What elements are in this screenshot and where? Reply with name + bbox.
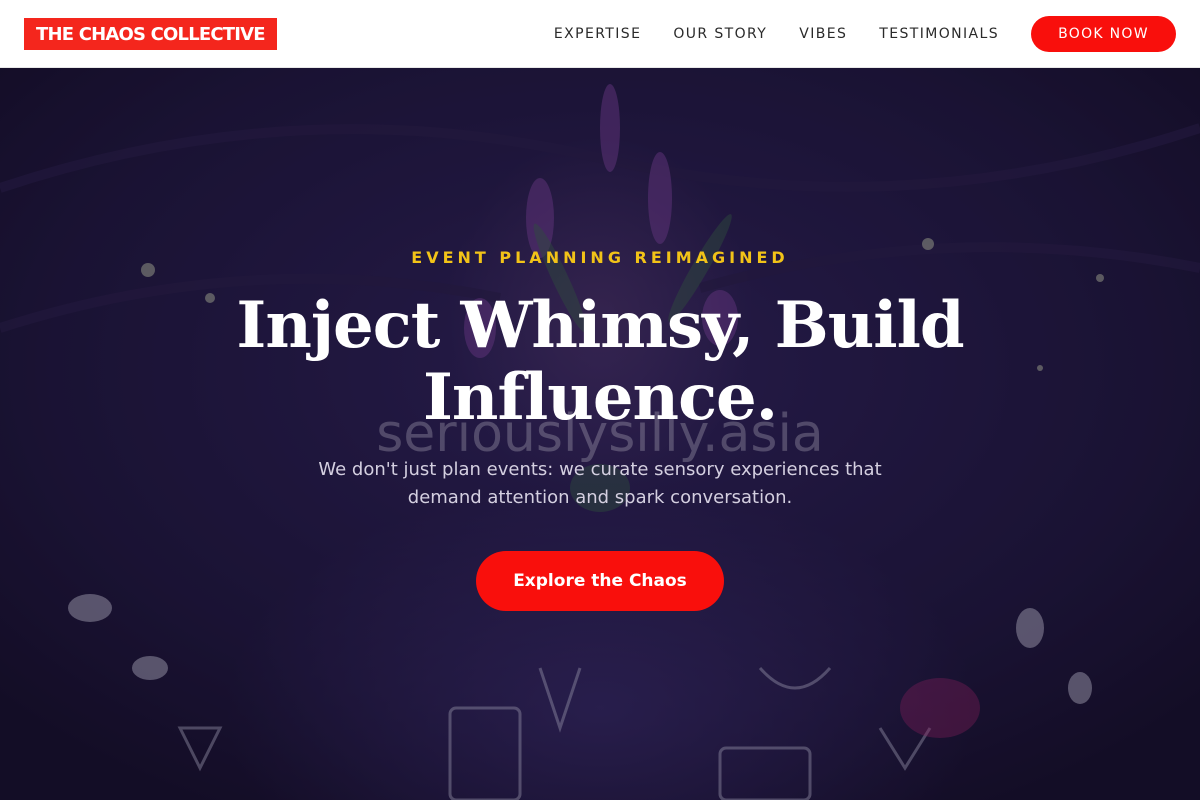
- hero-eyebrow: EVENT PLANNING REIMAGINED: [411, 248, 789, 267]
- explore-the-chaos-button[interactable]: Explore the Chaos: [476, 551, 724, 611]
- nav-link-vibes[interactable]: VIBES: [799, 26, 847, 42]
- nav-links: EXPERTISE OUR STORY VIBES TESTIMONIALS B…: [554, 0, 1176, 68]
- top-navigation-bar: THE CHAOS COLLECTIVE EXPERTISE OUR STORY…: [0, 0, 1200, 68]
- nav-link-our-story[interactable]: OUR STORY: [673, 26, 767, 42]
- hero-section: EVENT PLANNING REIMAGINED Inject Whimsy,…: [0, 68, 1200, 800]
- book-now-button[interactable]: BOOK NOW: [1031, 16, 1176, 52]
- watermark-text: seriouslysilly.asia: [376, 404, 824, 464]
- nav-link-testimonials[interactable]: TESTIMONIALS: [879, 26, 999, 42]
- nav-link-expertise[interactable]: EXPERTISE: [554, 26, 641, 42]
- brand-logo[interactable]: THE CHAOS COLLECTIVE: [24, 18, 277, 50]
- hero-subtitle: We don't just plan events: we curate sen…: [318, 459, 882, 508]
